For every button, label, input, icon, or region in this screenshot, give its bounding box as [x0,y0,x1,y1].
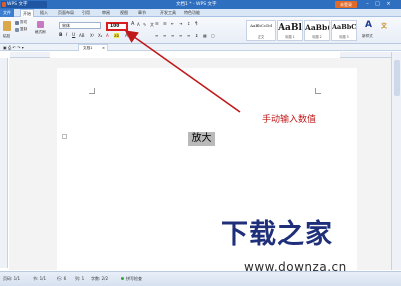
grow-font-icon[interactable]: A [131,21,134,27]
page-corner-mark [315,88,321,94]
style-heading-3[interactable]: AaBbC 标题 3 [331,20,357,41]
align-right-icon[interactable]: ≡ [171,33,174,38]
show-marks-icon[interactable]: ¶ [195,21,198,26]
watermark-logo: 下载之家 [221,219,333,250]
tab-developer[interactable]: 开发工具 [160,9,176,17]
watermark-url: www.downza.cn [244,260,347,274]
distribute-icon[interactable]: ≡ [187,33,190,38]
tab-view[interactable]: 视图 [120,9,128,17]
close-tab-icon[interactable]: × [102,45,105,51]
minimize-icon[interactable]: – [363,1,372,8]
style-sample: AaBbCcDd [250,23,272,28]
scissors-icon[interactable] [15,21,19,25]
style-sample: AaBl [278,23,302,33]
tab-file[interactable]: 文件 [0,9,14,17]
strikethrough-icon[interactable]: AB [79,33,84,38]
vertical-ruler[interactable] [0,58,8,268]
format-painter-icon[interactable] [37,21,44,28]
underline-icon[interactable]: U [72,33,75,38]
login-button[interactable]: 未登录 [335,1,357,8]
vertical-scrollbar[interactable] [391,52,401,270]
tab-sections[interactable]: 章节 [138,9,146,17]
char-border-icon[interactable]: A [125,33,128,38]
page-corner-mark [89,88,95,94]
status-page: 页码: 1/1 [3,276,21,281]
clear-format-icon[interactable]: ✎ [143,22,146,27]
font-color-icon[interactable]: A [106,33,109,38]
status-section: 节: 1/1 [33,276,47,281]
maximize-icon[interactable]: □ [373,1,382,8]
paste-label: 粘贴 [3,34,11,38]
outdent-icon[interactable]: ⇤ [171,21,174,26]
cut-label[interactable]: 剪切 [20,20,27,25]
style-sample: AaBbC [332,23,356,31]
style-name: 标题 3 [339,35,349,39]
highlight-icon[interactable]: ab [114,33,119,38]
copy-label[interactable]: 复制 [20,27,27,32]
align-center-icon[interactable]: ≡ [163,33,166,38]
style-sample: AaBb( [305,23,329,32]
new-style-label[interactable]: 新样式 [362,34,373,39]
scrollbar-thumb[interactable] [394,60,400,96]
tab-special-features[interactable]: 特色功能 [184,9,200,17]
text-tools-icon[interactable]: 文 [381,21,387,30]
document-tab-strip: ▣ ⎙ ↶ ↷ ▾ 文档1 × [0,44,401,51]
document-tab[interactable]: 文档1 × [78,44,108,51]
style-heading-2[interactable]: AaBb( 标题 2 [304,20,330,41]
style-name: 标题 2 [312,35,322,39]
status-col: 列: 1 [75,276,85,281]
paragraph-mark-icon [62,134,67,139]
justify-icon[interactable]: ≡ [179,33,182,38]
tab-page-layout[interactable]: 页面布局 [58,9,74,17]
sort-icon[interactable]: ↕ [187,21,190,26]
tab-insert[interactable]: 插入 [40,9,48,17]
shading-icon[interactable]: ▦ [203,33,207,38]
status-row: 行: 6 [57,276,67,281]
tab-references[interactable]: 引用 [82,9,90,17]
align-left-icon[interactable]: ≡ [155,33,158,38]
font-name-field[interactable]: 宋体 [59,22,101,29]
document-area [9,58,391,278]
tab-start[interactable]: 开始 [20,9,34,17]
tab-review[interactable]: 审阅 [102,9,110,17]
paste-icon[interactable] [3,21,11,31]
bullets-icon[interactable]: ☰ [155,21,159,26]
italic-icon[interactable]: I [66,33,67,38]
subscript-icon[interactable]: X₂ [98,33,102,38]
status-spell-check[interactable]: 拼写检查 [126,276,142,282]
quick-access-icons[interactable]: ▣ ⎙ ↶ ↷ ▾ [3,45,24,50]
bold-icon[interactable]: B [59,33,62,38]
borders-icon[interactable]: ▢ [211,33,215,38]
line-spacing-icon[interactable]: ↨ [195,33,198,38]
font-size-field[interactable]: 100 [106,22,128,31]
shrink-font-icon[interactable]: A [137,22,140,27]
style-normal[interactable]: AaBbCcDd 正文 [246,20,276,41]
close-icon[interactable]: × [384,1,393,8]
phonetic-icon[interactable]: 文 [150,22,154,28]
selected-text[interactable]: 放大 [188,132,215,146]
window-title: 文档1 * - WPS 文字 [176,2,217,7]
indent-icon[interactable]: ⇥ [179,21,182,26]
style-name: 正文 [257,35,265,39]
spell-check-icon[interactable] [121,277,124,280]
wps-logo-icon [2,2,6,7]
status-words: 字数: 2/2 [91,276,109,281]
app-menu-button[interactable]: WPS 文字 [1,1,47,8]
numbering-icon[interactable]: ☰ [163,21,167,26]
style-heading-1[interactable]: AaBl 标题 1 [277,20,303,41]
app-name: WPS 文字 [7,2,28,7]
annotation-text: 手动输入数值 [262,115,317,125]
style-name: 标题 1 [285,35,295,39]
document-tab-label: 文档1 [83,46,93,50]
superscript-icon[interactable]: X² [90,33,94,38]
copy-icon[interactable] [15,28,19,32]
menu-bar: 文件 开始 插入 页面布局 引用 审阅 视图 章节 开发工具 特色功能 [0,9,401,17]
format-painter-label[interactable]: 格式刷 [35,30,46,35]
new-style-icon[interactable]: A [365,20,372,30]
ribbon-toolbar: 粘贴 剪切 复制 格式刷 宋体 100 A A ✎ 文 B I U AB X² … [0,17,401,44]
title-bar: WPS 文字 文档1 * - WPS 文字 未登录 – □ × [0,0,401,9]
